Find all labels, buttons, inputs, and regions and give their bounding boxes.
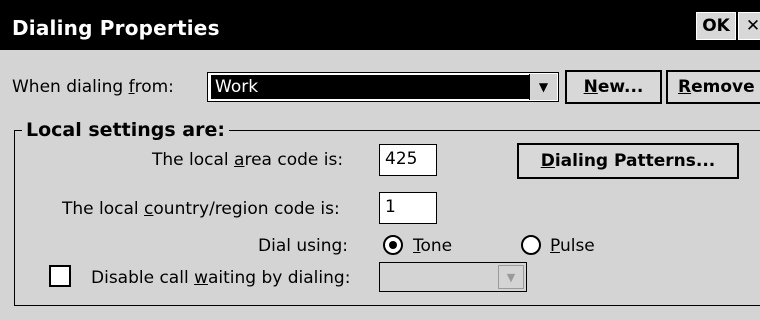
- pulse-label: Pulse: [550, 236, 595, 256]
- tone-label: Tone: [413, 236, 453, 256]
- ok-button[interactable]: OK: [696, 12, 736, 40]
- pulse-radio[interactable]: [521, 235, 541, 255]
- local-settings-title: Local settings are:: [22, 119, 229, 141]
- dialing-from-label: When dialing from:: [12, 77, 174, 97]
- close-button[interactable]: ✕: [738, 12, 760, 40]
- area-code-input[interactable]: 425: [379, 144, 437, 176]
- close-icon: ✕: [745, 16, 760, 36]
- area-code-label: The local area code is:: [152, 150, 344, 170]
- window-title: Dialing Properties: [12, 16, 220, 40]
- new-button[interactable]: New...: [565, 70, 662, 104]
- dial-using-label: Dial using:: [258, 236, 349, 256]
- title-bar: Dialing Properties OK ✕: [0, 0, 760, 50]
- country-code-input[interactable]: 1: [379, 192, 437, 224]
- disable-call-waiting-checkbox[interactable]: [49, 265, 71, 287]
- disable-call-waiting-label: Disable call waiting by dialing:: [91, 268, 351, 288]
- dialing-from-select[interactable]: Work ▼: [207, 72, 559, 102]
- remove-button[interactable]: Remove: [666, 70, 760, 104]
- dialing-patterns-button[interactable]: Dialing Patterns...: [517, 143, 739, 179]
- chevron-down-icon: ▼: [498, 265, 524, 289]
- chevron-down-icon[interactable]: ▼: [529, 74, 557, 100]
- call-waiting-select: ▼: [379, 262, 527, 292]
- dialing-from-selected-value: Work: [211, 75, 529, 99]
- tone-radio[interactable]: [383, 235, 403, 255]
- country-code-label: The local country/region code is:: [62, 199, 340, 219]
